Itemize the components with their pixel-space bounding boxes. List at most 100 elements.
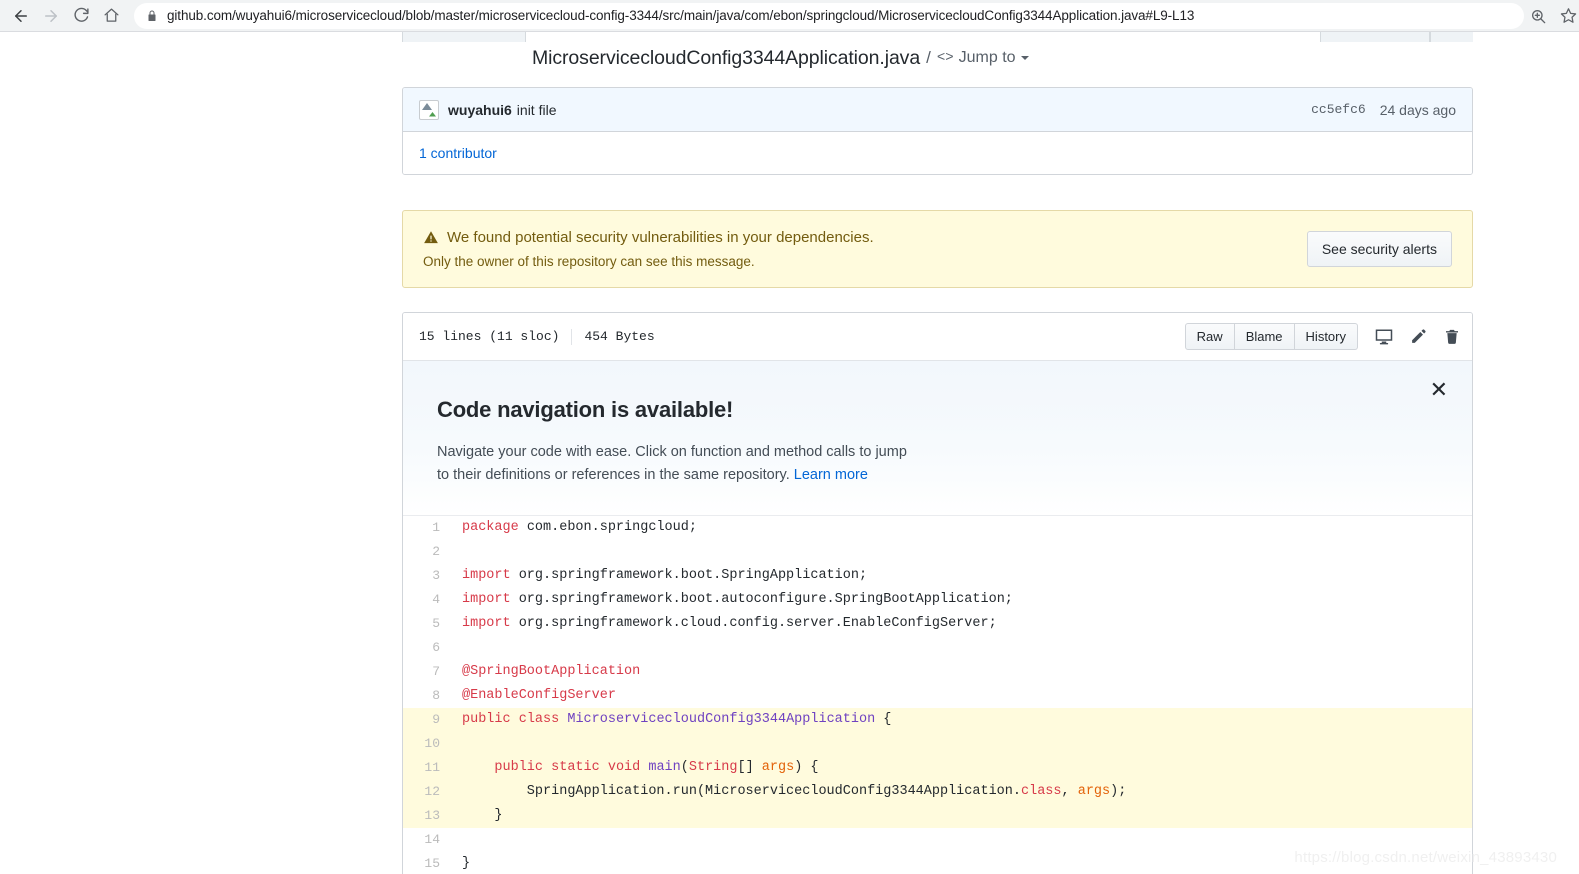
code-token: args	[1077, 784, 1111, 799]
code-token: MicroservicecloudConfig3344Application	[567, 712, 876, 727]
line-number[interactable]: 3	[403, 564, 451, 588]
address-bar[interactable]: github.com/wuyahui6/microservicecloud/bl…	[134, 2, 1524, 29]
code-token: org.springframework.boot.SpringApplicati…	[510, 568, 868, 583]
code-line: 5 import org.springframework.cloud.config…	[403, 612, 1472, 636]
contributors-link[interactable]: 1 contributor	[419, 145, 497, 161]
line-number[interactable]: 8	[403, 684, 451, 708]
code-token: );	[1110, 784, 1127, 799]
code-line: 9 public class MicroservicecloudConfig334…	[403, 708, 1472, 732]
security-alert-banner: We found potential security vulnerabilit…	[402, 210, 1473, 288]
clipped-button-mid[interactable]	[1320, 32, 1430, 42]
clipped-button-right[interactable]	[1430, 32, 1473, 42]
code-line: 2	[403, 540, 1472, 564]
code-token: public	[494, 760, 544, 775]
code-line: 6	[403, 636, 1472, 660]
commit-message[interactable]: init file	[517, 102, 557, 118]
code-line: 4 import org.springframework.boot.autocon…	[403, 588, 1472, 612]
reload-button[interactable]	[66, 1, 96, 31]
contributors-row: 1 contributor	[403, 132, 1472, 174]
code-token: static	[551, 760, 600, 775]
line-number[interactable]: 15	[403, 852, 451, 874]
blob-line-count: 15 lines (11 sloc)	[419, 329, 560, 344]
code-token: []	[737, 760, 762, 775]
code-nav-dots-button[interactable]	[402, 710, 403, 730]
code-token: @EnableConfigServer	[462, 688, 616, 703]
warning-icon	[423, 230, 439, 245]
code-brackets-icon: <>	[936, 50, 954, 66]
commit-card: wuyahui6 init file cc5efc6 24 days ago 1…	[402, 87, 1473, 175]
code-line: 12 SpringApplication.run(Microserviceclo…	[403, 780, 1472, 804]
line-content: public static void main(String[] args) {	[451, 756, 1472, 780]
code-token: public	[462, 712, 511, 727]
code-line: 1 package com.ebon.springcloud;	[403, 516, 1472, 540]
learn-more-link[interactable]: Learn more	[794, 467, 868, 483]
jump-to-button[interactable]: <> Jump to	[937, 49, 1029, 67]
history-button[interactable]: History	[1294, 323, 1358, 350]
code-token: org.springframework.boot.autoconfigure.S…	[510, 592, 1013, 607]
code-navigation-line2: to their definitions or references in th…	[437, 467, 790, 483]
file-title-row: MicroservicecloudConfig3344Application.j…	[402, 42, 1473, 74]
commit-sha[interactable]: cc5efc6	[1311, 102, 1366, 117]
line-number[interactable]: 1	[403, 516, 451, 540]
code-token: ,	[1061, 784, 1078, 799]
commit-meta: cc5efc6 24 days ago	[1311, 102, 1456, 118]
blame-button[interactable]: Blame	[1234, 323, 1295, 350]
line-number[interactable]: 14	[403, 828, 451, 852]
code-token: import	[462, 568, 511, 583]
security-alert-title: We found potential security vulnerabilit…	[447, 229, 874, 246]
line-number[interactable]: 2	[403, 540, 451, 564]
blob-meta-bar: 15 lines (11 sloc) 454 Bytes Raw Blame H…	[403, 313, 1472, 361]
line-content: public class MicroservicecloudConfig3344…	[451, 708, 1472, 732]
code-token: class	[518, 712, 560, 727]
raw-button[interactable]: Raw	[1184, 323, 1235, 350]
jump-to-label: Jump to	[958, 49, 1016, 66]
clipped-button-left[interactable]	[402, 32, 526, 42]
line-content	[451, 732, 1472, 756]
security-alert-text: We found potential security vulnerabilit…	[423, 229, 1307, 269]
line-content: @SpringBootApplication	[451, 660, 1472, 684]
code-token: }	[462, 808, 503, 823]
line-number[interactable]: 9	[403, 708, 451, 732]
blob-card: 15 lines (11 sloc) 454 Bytes Raw Blame H…	[402, 312, 1473, 874]
line-number[interactable]: 11	[403, 756, 451, 780]
line-number[interactable]: 6	[403, 636, 451, 660]
line-number[interactable]: 5	[403, 612, 451, 636]
close-icon[interactable]: ✕	[1430, 379, 1448, 401]
code-token: }	[462, 856, 471, 871]
line-number[interactable]: 13	[403, 804, 451, 828]
commit-author[interactable]: wuyahui6	[448, 102, 512, 118]
code-token: class	[1021, 784, 1062, 799]
trash-icon[interactable]	[1444, 328, 1460, 345]
code-token: import	[462, 616, 511, 631]
code-line: 13 }	[403, 804, 1472, 828]
see-security-alerts-button[interactable]: See security alerts	[1306, 231, 1452, 267]
forward-button[interactable]	[36, 1, 66, 31]
back-button[interactable]	[6, 1, 36, 31]
code-navigation-title: Code navigation is available!	[437, 397, 734, 422]
code-token: {	[875, 712, 892, 727]
line-number[interactable]: 10	[403, 732, 451, 756]
avatar	[419, 99, 439, 120]
blob-button-group: Raw Blame History	[1184, 323, 1358, 350]
code-navigation-banner: ✕ Code navigation is available! Navigate…	[403, 361, 1472, 516]
line-number[interactable]: 4	[403, 588, 451, 612]
code-token: import	[462, 592, 511, 607]
blob-file-size: 454 Bytes	[584, 329, 655, 344]
line-number[interactable]: 7	[403, 660, 451, 684]
line-number[interactable]: 12	[403, 780, 451, 804]
pencil-icon[interactable]	[1410, 328, 1427, 345]
code-table: 1 package com.ebon.springcloud; 2 3 import …	[403, 516, 1472, 874]
commit-header: wuyahui6 init file cc5efc6 24 days ago	[403, 88, 1472, 132]
line-content: SpringApplication.run(MicroservicecloudC…	[451, 780, 1472, 804]
home-button[interactable]	[96, 1, 126, 31]
zoom-icon[interactable]	[1530, 8, 1546, 24]
desktop-icon[interactable]	[1375, 328, 1393, 346]
watermark: https://blog.csdn.net/weixin_43893430	[1294, 849, 1557, 866]
code-line: 10	[403, 732, 1472, 756]
line-content: import org.springframework.boot.SpringAp…	[451, 564, 1472, 588]
star-icon[interactable]	[1560, 7, 1577, 24]
code-line: 8 @EnableConfigServer	[403, 684, 1472, 708]
